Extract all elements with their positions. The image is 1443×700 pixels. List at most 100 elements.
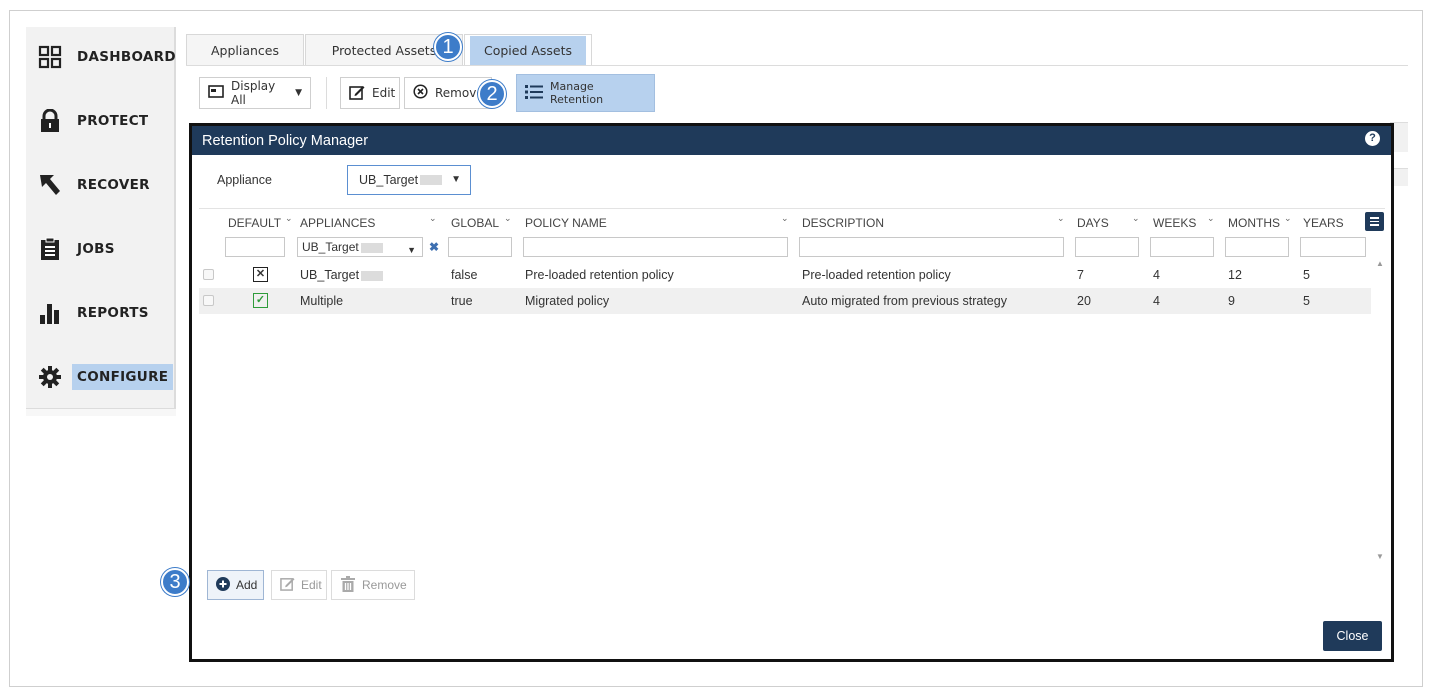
sidebar-item-label: REPORTS <box>77 305 149 321</box>
default-checked-icon: ✓ <box>253 293 268 308</box>
chevron-down-icon[interactable]: ⌄ <box>1284 213 1292 224</box>
appliance-filter[interactable]: UB_Target ▼ <box>297 237 423 257</box>
tab-copied-assets[interactable]: Copied Assets <box>464 34 592 66</box>
scroll-up-icon[interactable]: ▲ <box>1376 259 1384 268</box>
edit-button[interactable]: Edit <box>340 77 400 109</box>
clear-filter-icon[interactable]: ✖ <box>429 240 439 254</box>
grid-remove-button[interactable]: Remove <box>331 570 415 600</box>
cell-policy-name: Pre-loaded retention policy <box>525 268 674 282</box>
cell-appliance: Multiple <box>300 294 344 308</box>
chevron-down-icon[interactable]: ⌄ <box>1057 213 1065 224</box>
cell-months: 9 <box>1228 294 1235 308</box>
sidebar-item-label: DASHBOARD <box>77 49 176 65</box>
row-checkbox[interactable] <box>203 269 214 280</box>
sidebar-item-jobs[interactable]: JOBS <box>26 229 176 269</box>
plus-circle-icon <box>216 576 230 594</box>
sidebar-item-label: RECOVER <box>77 177 150 193</box>
cell-global: false <box>451 268 478 282</box>
tab-label: Appliances <box>210 43 280 58</box>
weeks-filter[interactable] <box>1150 237 1214 257</box>
cell-policy-name: Migrated policy <box>525 294 610 308</box>
edit-icon <box>280 576 295 594</box>
remove-label: Remove <box>362 578 407 592</box>
column-header-appliances[interactable]: APPLIANCES <box>300 216 375 230</box>
grid-icon <box>37 44 63 70</box>
add-label: Add <box>236 578 258 592</box>
retention-policy-dialog: Retention Policy Manager ? Appliance UB_… <box>189 123 1394 662</box>
days-filter[interactable] <box>1075 237 1139 257</box>
global-filter[interactable] <box>448 237 512 257</box>
chevron-down-icon[interactable]: ⌄ <box>1132 213 1140 224</box>
cell-days: 20 <box>1077 294 1091 308</box>
column-header-default[interactable]: DEFAULT <box>228 216 281 230</box>
cell-years: 5 <box>1303 268 1310 282</box>
cell-weeks: 4 <box>1153 268 1160 282</box>
sidebar-item-recover[interactable]: RECOVER <box>26 165 176 205</box>
sidebar-item-configure[interactable]: CONFIGURE <box>26 357 176 397</box>
chevron-down-icon[interactable]: ⌄ <box>285 213 293 224</box>
redacted-mark <box>360 242 383 253</box>
chevron-down-icon[interactable]: ⌄ <box>781 213 789 224</box>
months-filter[interactable] <box>1225 237 1289 257</box>
dialog-title: Retention Policy Manager <box>202 132 369 149</box>
edit-icon <box>349 84 365 103</box>
redacted-mark <box>420 175 443 185</box>
caret-down-icon: ▼ <box>451 174 461 185</box>
appliance-filter-value: UB_Target <box>302 240 359 254</box>
edit-label: Edit <box>301 578 322 592</box>
grid-edit-button[interactable]: Edit <box>271 570 327 600</box>
sidebar-item-dashboard[interactable]: DASHBOARD <box>26 37 176 77</box>
column-menu-button[interactable] <box>1365 212 1384 231</box>
cell-days: 7 <box>1077 268 1084 282</box>
cell-description: Pre-loaded retention policy <box>802 268 951 282</box>
redacted-mark <box>361 270 384 281</box>
default-filter[interactable] <box>225 237 285 257</box>
appliance-select-value: UB_Target <box>359 173 419 187</box>
lock-icon <box>37 108 63 134</box>
manage-retention-button[interactable]: Manage Retention <box>516 74 655 112</box>
arrow-icon <box>37 172 63 198</box>
policy-grid: DEFAULT ⌄ APPLIANCES ⌄ GLOBAL ⌄ POLICY N… <box>199 208 1385 562</box>
table-row[interactable]: ✕ UB_Target false Pre-loaded retention p… <box>199 262 1371 288</box>
column-header-years[interactable]: YEARS <box>1303 216 1344 230</box>
sidebar-item-reports[interactable]: REPORTS <box>26 293 176 333</box>
column-header-description[interactable]: DESCRIPTION <box>802 216 884 230</box>
manage-retention-label: Manage Retention <box>550 80 604 106</box>
display-all-dropdown[interactable]: Display All ▼ <box>199 77 311 109</box>
grid-scrollbar[interactable]: ▲ ▼ <box>1376 259 1385 561</box>
display-all-label: Display All <box>231 79 276 107</box>
scroll-down-icon[interactable]: ▼ <box>1376 552 1384 561</box>
tab-appliances[interactable]: Appliances <box>186 34 304 66</box>
column-header-global[interactable]: GLOBAL <box>451 216 499 230</box>
sidebar-item-protect[interactable]: PROTECT <box>26 101 176 141</box>
close-button[interactable]: Close <box>1323 621 1382 651</box>
description-filter[interactable] <box>799 237 1064 257</box>
appliance-select[interactable]: UB_Target ▼ <box>347 165 471 195</box>
dialog-header: Retention Policy Manager ? <box>192 126 1391 155</box>
column-header-months[interactable]: MONTHS <box>1228 216 1280 230</box>
default-unchecked-icon: ✕ <box>253 267 268 282</box>
column-header-policy-name[interactable]: POLICY NAME <box>525 216 607 230</box>
remove-label: Remove <box>435 86 484 100</box>
years-filter[interactable] <box>1300 237 1366 257</box>
gear-icon <box>37 364 63 390</box>
callout-3: 3 <box>161 568 189 596</box>
chevron-down-icon[interactable]: ⌄ <box>1207 213 1215 224</box>
column-header-days[interactable]: DAYS <box>1077 216 1109 230</box>
table-row[interactable]: ✓ Multiple true Migrated policy Auto mig… <box>199 288 1371 314</box>
cell-description: Auto migrated from previous strategy <box>802 294 1007 308</box>
list-icon <box>525 84 543 102</box>
column-header-weeks[interactable]: WEEKS <box>1153 216 1196 230</box>
help-icon[interactable]: ? <box>1365 131 1380 146</box>
policy-name-filter[interactable] <box>523 237 788 257</box>
callout-2: 2 <box>478 80 506 108</box>
sidebar-footer <box>26 408 176 416</box>
clipboard-icon <box>37 236 63 262</box>
appliance-label: Appliance <box>217 173 272 187</box>
sidebar-item-label: CONFIGURE <box>72 364 174 390</box>
remove-icon <box>413 84 428 102</box>
row-checkbox[interactable] <box>203 295 214 306</box>
add-button[interactable]: Add <box>207 570 264 600</box>
chevron-down-icon[interactable]: ⌄ <box>504 213 512 224</box>
chevron-down-icon[interactable]: ⌄ <box>429 213 437 224</box>
